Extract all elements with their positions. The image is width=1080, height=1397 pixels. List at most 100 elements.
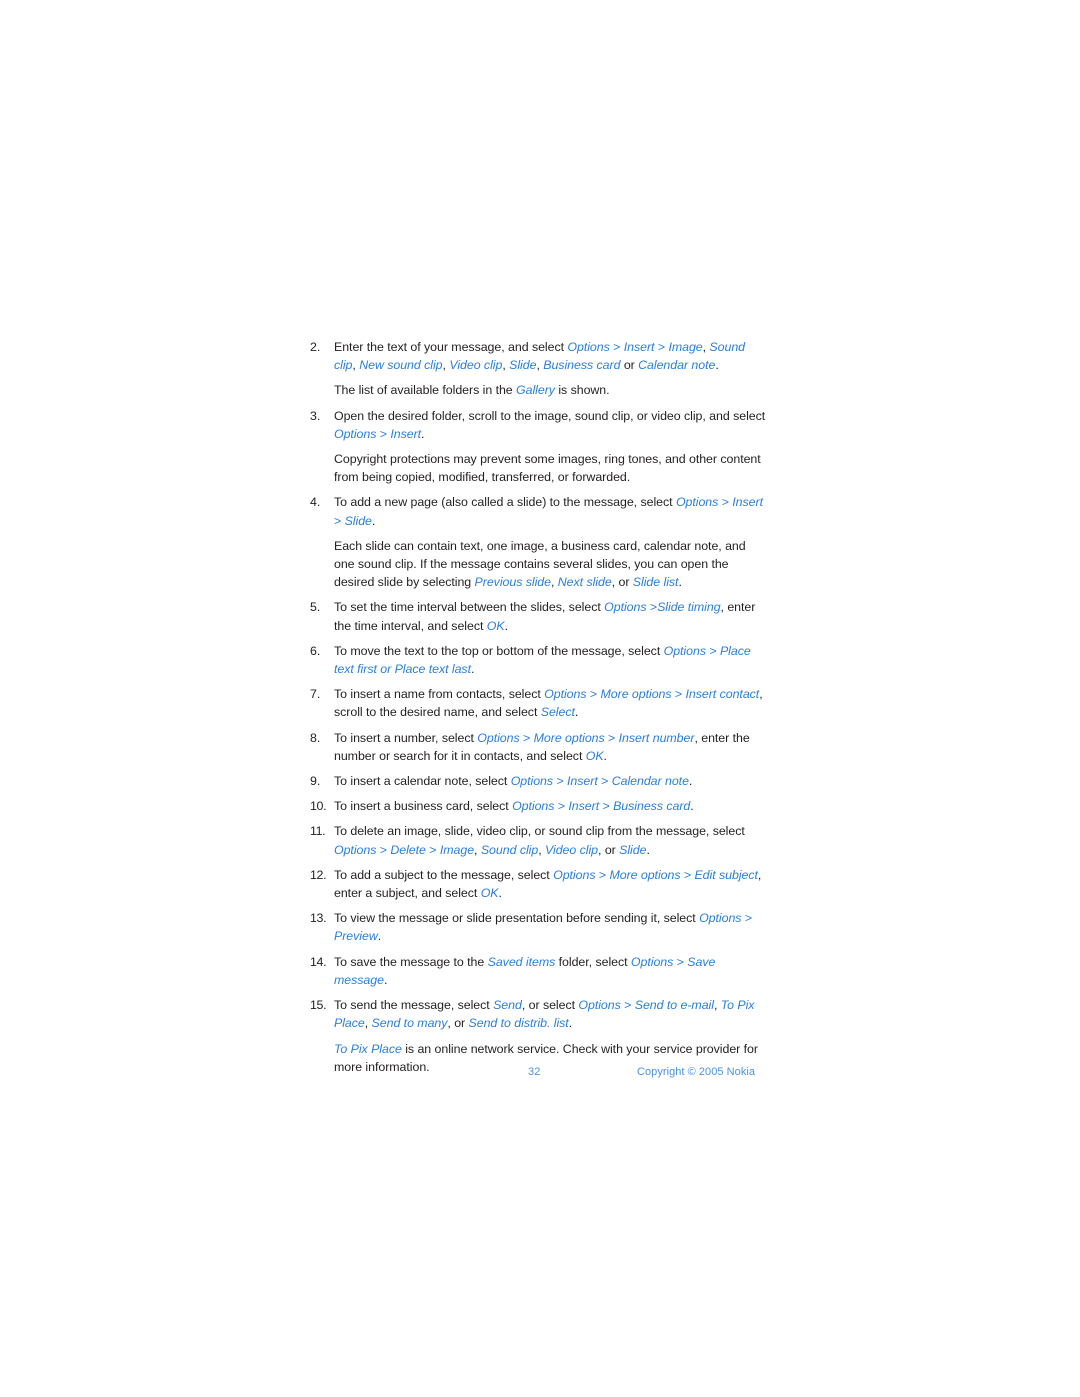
body-text: . (690, 799, 694, 814)
ui-term: Preview (334, 929, 378, 944)
body-text: . (377, 929, 382, 944)
list-item-number: 14. (310, 954, 327, 969)
ui-term: Select (540, 705, 575, 720)
list-item: 15. To send the message, select Send, or … (310, 996, 768, 1032)
body-text: Enter the text of your message, and sele… (334, 340, 568, 354)
manual-page: 2. Enter the text of your message, and se… (0, 0, 1080, 1397)
ui-term: Send to e-mail (634, 998, 714, 1013)
ui-term: Options (578, 998, 621, 1013)
list-item: 6. To move the text to the top or bottom … (310, 642, 768, 678)
menu-separator: > (586, 687, 601, 702)
ui-term: Options (663, 643, 706, 658)
body-text: is shown. (554, 383, 610, 398)
ui-term: Slide (509, 358, 537, 373)
list-item-text: To delete an image, slide, video clip, o… (334, 822, 768, 858)
ui-term: To Pix Place (334, 1041, 402, 1056)
ui-term: Next slide (557, 575, 612, 590)
menu-separator: > (680, 867, 695, 882)
list-item: 3. Open the desired folder, scroll to the… (310, 407, 768, 443)
body-text: To insert a business card, select (334, 799, 513, 814)
body-text: Copyright protections may prevent some i… (334, 452, 761, 485)
body-text: . (646, 842, 650, 857)
list-item-number: 8. (310, 730, 321, 745)
list-item: 5. To set the time interval between the s… (310, 598, 768, 634)
list-item-text: Enter the text of your message, and sele… (334, 338, 768, 374)
list-item-number: 10. (310, 799, 327, 814)
ui-term: Options (553, 867, 596, 882)
ui-term: Options (567, 340, 610, 354)
ui-term: Options (604, 600, 647, 615)
menu-separator: > (334, 513, 345, 528)
list-item-number: 11. (310, 824, 326, 839)
body-text: . (504, 618, 508, 633)
list-item-text: Open the desired folder, scroll to the i… (334, 407, 768, 443)
ui-term: Options (512, 799, 555, 814)
ui-term: Calendar note (638, 358, 716, 373)
menu-separator: > (597, 774, 612, 789)
ui-term: New sound clip (359, 358, 443, 373)
ui-term: Options (477, 730, 520, 745)
menu-separator: > (654, 340, 669, 354)
body-text: To add a subject to the message, select (334, 867, 554, 882)
menu-separator: > (609, 340, 624, 354)
list-item: 8. To insert a number, select Options > M… (310, 729, 768, 765)
list-item-number: 6. (310, 643, 321, 658)
list-item: 13. To view the message or slide presenta… (310, 909, 768, 945)
body-text: . (568, 1016, 573, 1031)
menu-separator: > (671, 687, 686, 702)
list-item: 4. To add a new page (also called a slide… (310, 493, 768, 529)
menu-separator: > (673, 954, 688, 969)
ui-term: Insert (732, 495, 763, 510)
ui-term: Video clip (449, 358, 503, 373)
body-text: , (538, 842, 546, 857)
ui-term: Business card (613, 799, 691, 814)
body-text: , (474, 842, 481, 857)
body-text: To save the message to the (334, 954, 488, 969)
menu-separator: > (741, 911, 753, 926)
menu-separator: > (599, 799, 614, 814)
instructions-list: 2. Enter the text of your message, and se… (310, 338, 768, 1083)
list-item-number: 4. (310, 495, 321, 510)
menu-separator: > (705, 643, 720, 658)
ui-term: Sound clip (480, 842, 539, 857)
sub-paragraph: The list of available folders in the Gal… (334, 381, 768, 399)
list-item: 12. To add a subject to the message, sele… (310, 866, 768, 902)
menu-separator: > (718, 495, 733, 510)
body-text: To move the text to the top or bottom of… (334, 643, 664, 658)
list-item-text: To send the message, select Send, or sel… (334, 996, 768, 1032)
ui-term: Insert (568, 799, 600, 814)
list-item-text: To add a new page (also called a slide) … (334, 493, 768, 529)
ui-term: OK (480, 886, 499, 901)
body-text: . (371, 513, 376, 528)
body-text: . (678, 575, 682, 590)
list-item: 11. To delete an image, slide, video clip… (310, 822, 768, 858)
body-text: To view the message or slide presentatio… (334, 911, 700, 926)
list-item: 9. To insert a calendar note, select Opti… (310, 772, 768, 790)
ui-term: More options (600, 687, 672, 702)
body-text: . (421, 426, 425, 441)
ui-term: Image (439, 842, 475, 857)
ui-term: Insert (567, 774, 598, 789)
list-item-text: To move the text to the top or bottom of… (334, 642, 768, 678)
page-footer: 32 Copyright © 2005 Nokia (0, 1066, 1080, 1086)
body-text: , or (611, 575, 633, 590)
menu-separator: > (554, 799, 569, 814)
menu-separator: > (604, 730, 619, 745)
list-item-text: To insert a business card, select Option… (334, 797, 768, 815)
body-text: To insert a name from contacts, select (334, 687, 545, 702)
list-item-text: To save the message to the Saved items f… (334, 953, 768, 989)
list-item-number: 7. (310, 687, 321, 702)
list-item-number: 13. (310, 911, 327, 926)
ui-term: Slide list (632, 575, 679, 590)
list-item-number: 3. (310, 408, 321, 423)
ui-term: Edit subject (694, 867, 758, 882)
ui-term: Send (493, 998, 522, 1013)
ui-term: Slide (344, 513, 372, 528)
list-item-text: To insert a number, select Options > Mor… (334, 729, 768, 765)
body-text: Open the desired folder, scroll to the i… (334, 408, 766, 423)
ui-term: Options (675, 495, 719, 510)
footer-copyright: Copyright © 2005 Nokia (637, 1066, 756, 1078)
ui-term: More options (609, 867, 681, 882)
ui-term: Business card (543, 358, 621, 373)
body-text: , (550, 575, 558, 590)
